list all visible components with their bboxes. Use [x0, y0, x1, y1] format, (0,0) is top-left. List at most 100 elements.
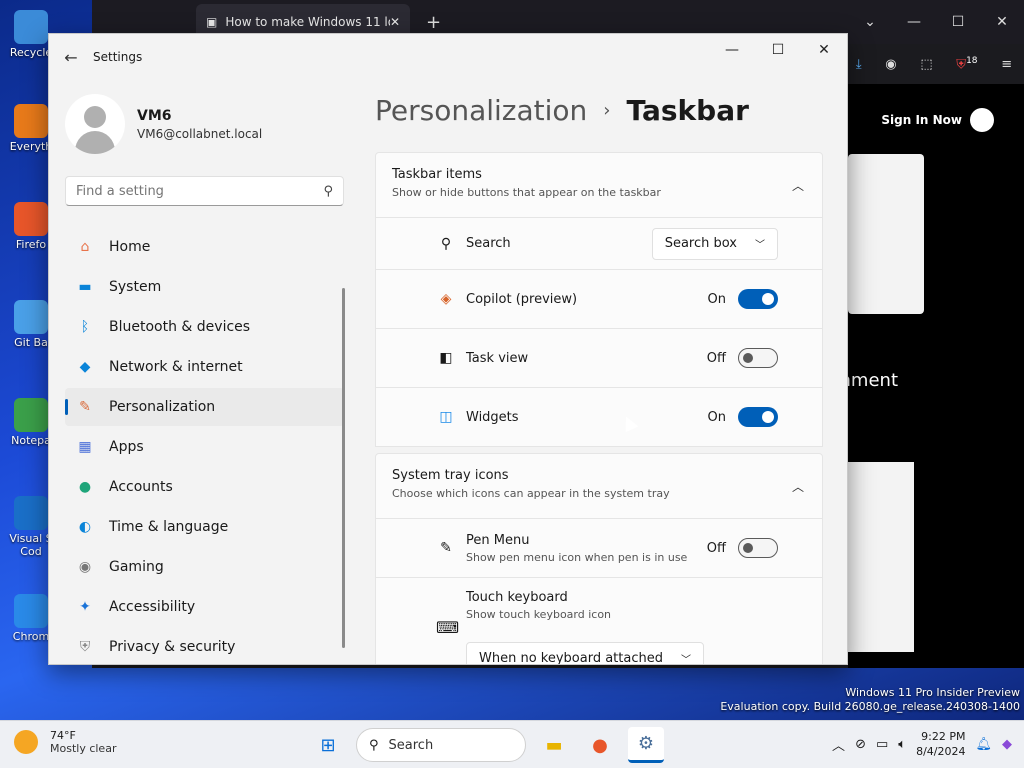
wifi-icon: ◆: [79, 359, 91, 375]
app-icon: [14, 398, 48, 432]
nav-list: ⌂ Home ▬ System ᛒ Bluetooth & devices ◆ Network…: [65, 228, 344, 664]
touch-keyboard-dropdown[interactable]: When no keyboard attached ﹀: [466, 642, 704, 665]
user-name: VM6: [137, 107, 172, 124]
taskbar-items-header[interactable]: Taskbar items Show or hide buttons that …: [375, 152, 823, 218]
minimize-icon[interactable]: —: [892, 0, 936, 44]
user-email: VM6@collabnet.local: [137, 126, 263, 141]
pen-menu-toggle[interactable]: [738, 538, 778, 558]
shield-icon: ⛨: [79, 639, 91, 655]
sidebar-item-label: Accessibility: [109, 599, 196, 615]
title-bar: ← Settings — ☐ ✕: [49, 34, 847, 80]
sidebar-item-system[interactable]: ▬ System: [65, 268, 344, 306]
close-icon[interactable]: ✕: [980, 0, 1024, 44]
search-mode-dropdown[interactable]: Search box ﹀: [651, 227, 778, 260]
new-tab-button[interactable]: +: [426, 12, 441, 33]
task-view-toggle[interactable]: [738, 348, 778, 368]
search-row: ⚲ Search Search box ﹀: [375, 218, 823, 270]
sidebar-item-gaming[interactable]: ◉ Gaming: [65, 548, 344, 586]
settings-gear-icon[interactable]: ⚙: [628, 727, 664, 763]
system-tray-header[interactable]: System tray icons Choose which icons can…: [375, 453, 823, 519]
network-icon[interactable]: ⊘: [855, 737, 866, 752]
sidebar-item-label: Privacy & security: [109, 639, 236, 655]
sidebar-item-label: Bluetooth & devices: [109, 319, 251, 335]
search-icon: ⚲: [440, 235, 452, 252]
user-profile[interactable]: VM6 VM6@collabnet.local: [65, 94, 262, 154]
watermark-line: Evaluation copy. Build 26080.ge_release.…: [720, 700, 1020, 713]
download-icon[interactable]: ⤓: [856, 57, 862, 72]
find-setting-box[interactable]: ⚲: [65, 176, 344, 206]
pen-icon: ✎: [440, 540, 452, 556]
search-icon: ⚲: [369, 737, 379, 753]
copilot-icon[interactable]: ◆: [1002, 737, 1012, 752]
chevron-up-icon[interactable]: ︿: [832, 735, 845, 754]
taskbar-search-label: Search: [388, 737, 434, 753]
sidebar-item-label: Accounts: [109, 479, 173, 495]
system-icon: ▬: [78, 279, 92, 295]
display-icon[interactable]: ▭: [876, 737, 888, 752]
sidebar-item-accessibility[interactable]: ✦ Accessibility: [65, 588, 344, 626]
taskbar-apps: ⊞ ⚲ Search ▬ ● ⚙: [310, 727, 664, 763]
app-icon: [14, 202, 48, 236]
app-icon: [14, 496, 48, 530]
sign-in-link[interactable]: Sign In Now: [881, 108, 994, 132]
maximize-icon[interactable]: ☐: [936, 0, 980, 44]
sidebar-item-network-internet[interactable]: ◆ Network & internet: [65, 348, 344, 386]
sidebar-item-apps[interactable]: ▦ Apps: [65, 428, 344, 466]
avatar: [65, 94, 125, 154]
evaluation-watermark: Windows 11 Pro Insider Preview Evaluatio…: [720, 686, 1020, 714]
app-icon: [14, 10, 48, 44]
close-tab-icon[interactable]: ✕: [390, 15, 400, 29]
extensions-icon[interactable]: ⬚: [920, 57, 932, 72]
sidebar-scrollbar[interactable]: [342, 288, 345, 648]
chevron-right-icon: ›: [603, 99, 611, 121]
toggle-state: On: [707, 409, 726, 425]
browser-page-panel: [848, 154, 924, 314]
brush-icon: ✎: [79, 399, 91, 415]
watermark-line: Windows 11 Pro Insider Preview: [845, 686, 1020, 699]
chevron-up-icon[interactable]: ︿: [792, 177, 804, 194]
sidebar-item-label: Home: [109, 239, 151, 255]
clock-date: 8/4/2024: [916, 745, 966, 758]
breadcrumb: Personalization › Taskbar: [375, 80, 823, 140]
firefox-icon[interactable]: ●: [582, 727, 618, 763]
row-label: Widgets: [466, 409, 519, 425]
maximize-icon[interactable]: ☐: [755, 34, 801, 66]
chevron-up-icon[interactable]: ︿: [792, 478, 804, 495]
search-icon: ⚲: [323, 183, 333, 199]
list-tabs-icon[interactable]: ⌄: [848, 0, 892, 44]
sidebar-item-time-language[interactable]: ◐ Time & language: [65, 508, 344, 546]
close-icon[interactable]: ✕: [801, 34, 847, 66]
copilot-preview-toggle[interactable]: [738, 289, 778, 309]
row-sublabel: Show touch keyboard icon: [466, 608, 612, 621]
start-icon[interactable]: ⊞: [310, 727, 346, 763]
menu-icon[interactable]: ≡: [1001, 57, 1012, 72]
breadcrumb-parent[interactable]: Personalization: [375, 94, 587, 127]
widgets-toggle[interactable]: [738, 407, 778, 427]
chevron-down-icon: ﹀: [680, 654, 691, 665]
sidebar-item-personalization[interactable]: ✎ Personalization: [65, 388, 344, 426]
search-input[interactable]: [76, 183, 324, 199]
gamepad-icon: ◉: [78, 559, 92, 575]
volume-icon[interactable]: 🔈︎: [898, 737, 906, 752]
browser-page-heading: nment: [839, 370, 898, 391]
row-label: Search: [466, 236, 511, 251]
clock[interactable]: 9:22 PM 8/4/2024: [916, 729, 965, 759]
home-icon: ⌂: [80, 239, 90, 255]
task-view-row: ◧ Task view Off: [375, 329, 823, 388]
back-arrow-icon[interactable]: ←: [49, 48, 93, 67]
taskbar-search[interactable]: ⚲ Search: [356, 728, 526, 762]
widgets-row: ◫ Widgets On: [375, 388, 823, 447]
notification-bell-icon[interactable]: 🔔︎: [975, 737, 992, 752]
sidebar-item-privacy-security[interactable]: ⛨ Privacy & security: [65, 628, 344, 664]
account-icon[interactable]: ◉: [885, 57, 896, 72]
ublock-icon[interactable]: ⛨18: [956, 56, 977, 72]
file-explorer-icon[interactable]: ▬: [536, 727, 572, 763]
weather-widget[interactable]: 74°F Mostly clear: [14, 729, 116, 755]
sidebar-item-bluetooth-devices[interactable]: ᛒ Bluetooth & devices: [65, 308, 344, 346]
browser-page-preview: [848, 462, 914, 652]
app-title: Settings: [93, 50, 143, 64]
sidebar-item-home[interactable]: ⌂ Home: [65, 228, 344, 266]
browser-tab-title: How to make Windows 11 look: [225, 15, 390, 29]
sidebar-item-accounts[interactable]: ● Accounts: [65, 468, 344, 506]
minimize-icon[interactable]: —: [709, 34, 755, 66]
